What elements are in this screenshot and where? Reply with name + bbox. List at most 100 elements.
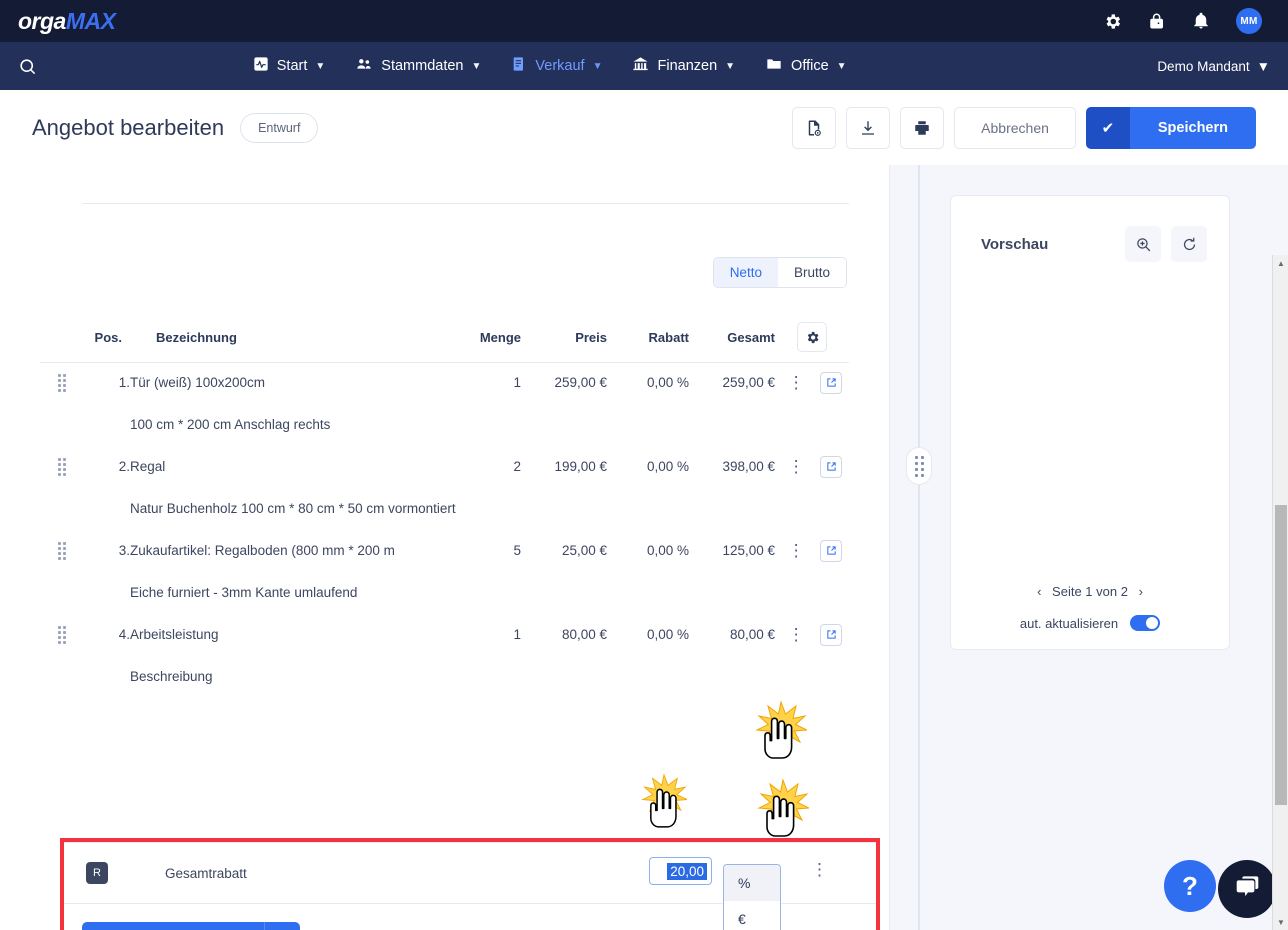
row-desc[interactable]: Natur Buchenholz 100 cm * 80 cm * 50 cm …: [130, 487, 849, 531]
help-button[interactable]: ?: [1164, 860, 1216, 912]
tenant-label: Demo Mandant: [1157, 58, 1250, 74]
col-rabatt: Rabatt: [607, 322, 689, 363]
drag-handle-icon[interactable]: [40, 363, 82, 403]
row-actions: ⋮: [775, 615, 849, 655]
row-rabatt[interactable]: 0,00 %: [607, 615, 689, 655]
add-position-group: Position hinzufügen: [82, 922, 300, 930]
open-external-icon[interactable]: [820, 539, 843, 562]
toggle-brutto[interactable]: Brutto: [777, 258, 846, 287]
row-actions: ⋮: [775, 531, 849, 571]
row-menge[interactable]: 1: [439, 615, 521, 655]
prev-page-icon[interactable]: ‹: [1030, 584, 1048, 599]
row-desc[interactable]: Eiche furniert - 3mm Kante umlaufend: [130, 571, 849, 615]
row-preis[interactable]: 25,00 €: [521, 531, 607, 571]
table-row[interactable]: 2. Regal 2 199,00 € 0,00 % 398,00 € ⋮: [40, 447, 849, 487]
nav-item-stammdaten[interactable]: Stammdaten ▼: [355, 56, 481, 76]
row-preis[interactable]: 199,00 €: [521, 447, 607, 487]
open-external-icon[interactable]: [820, 623, 843, 646]
netto-brutto-toggle[interactable]: Netto Brutto: [712, 257, 847, 288]
row-gesamt: 398,00 €: [722, 459, 775, 474]
row-preis[interactable]: 80,00 €: [521, 615, 607, 655]
table-row[interactable]: 4. Arbeitsleistung 1 80,00 € 0,00 % 80,0…: [40, 615, 849, 655]
bank-icon: [632, 56, 649, 77]
row-gesamt: 259,00 €: [722, 375, 775, 391]
open-external-icon[interactable]: [820, 455, 843, 478]
row-menu-icon[interactable]: ⋮: [782, 458, 811, 475]
gear-icon[interactable]: [1103, 12, 1122, 31]
row-rabatt[interactable]: 0,00 %: [607, 447, 689, 487]
toggle-netto[interactable]: Netto: [713, 258, 778, 287]
row-pos: 4.: [118, 627, 130, 642]
dropdown-option-euro[interactable]: €: [724, 901, 780, 930]
logo-orga: orga: [18, 7, 66, 34]
add-position-dropdown-toggle[interactable]: [263, 922, 300, 930]
row-pos: 3.: [118, 543, 130, 558]
row-menu-icon[interactable]: ⋮: [782, 374, 811, 391]
discount-menu-icon[interactable]: ⋮: [805, 861, 834, 878]
discount-unit-dropdown[interactable]: % € %: [723, 864, 781, 930]
download-icon[interactable]: [846, 106, 891, 149]
drag-handle-icon[interactable]: [40, 447, 82, 487]
nav-item-office[interactable]: Office ▼: [765, 56, 847, 76]
bell-icon[interactable]: [1192, 12, 1210, 30]
row-pos: 1.: [118, 375, 130, 391]
row-menge[interactable]: 1: [439, 363, 521, 403]
gear-icon[interactable]: [797, 322, 827, 352]
chat-button[interactable]: [1218, 860, 1276, 918]
lock-icon[interactable]: [1148, 12, 1166, 30]
drag-handle-icon[interactable]: [40, 531, 82, 571]
row-menge[interactable]: 2: [439, 447, 521, 487]
vertical-scrollbar[interactable]: ▲ ▼: [1272, 255, 1288, 930]
dropdown-option-percent-current[interactable]: %: [724, 865, 780, 901]
scrollbar-thumb[interactable]: [1275, 505, 1287, 805]
next-page-icon[interactable]: ›: [1132, 584, 1150, 599]
chevron-down-icon: ▼: [315, 60, 326, 72]
row-rabatt[interactable]: 0,00 %: [607, 531, 689, 571]
row-preis[interactable]: 259,00 €: [521, 363, 607, 403]
col-preis: Preis: [521, 322, 607, 363]
discount-value-input[interactable]: 20,00: [649, 857, 712, 885]
drag-handle-icon[interactable]: [40, 615, 82, 655]
avatar[interactable]: MM: [1236, 8, 1262, 34]
table-row[interactable]: 1. Tür (weiß) 100x200cm 1 259,00 € 0,00 …: [40, 363, 849, 403]
open-external-icon[interactable]: [820, 371, 843, 394]
check-icon: ✔: [1085, 106, 1130, 149]
row-name[interactable]: Arbeitsleistung: [130, 615, 439, 655]
table-row-description: Natur Buchenholz 100 cm * 80 cm * 50 cm …: [40, 487, 849, 531]
row-desc[interactable]: 100 cm * 200 cm Anschlag rechts: [130, 403, 849, 447]
nav-label: Start: [276, 58, 308, 74]
add-position-button[interactable]: Position hinzufügen: [82, 922, 264, 930]
cancel-button[interactable]: Abbrechen: [954, 106, 1076, 149]
row-pos: 2.: [118, 459, 130, 474]
document-preview-icon[interactable]: [792, 106, 837, 149]
chevron-down-icon: ▼: [471, 60, 482, 72]
top-bar-actions: MM: [1103, 8, 1270, 34]
row-rabatt[interactable]: 0,00 %: [607, 363, 689, 403]
nav-label: Finanzen: [657, 58, 718, 74]
splitter-handle[interactable]: [906, 447, 932, 485]
row-menge[interactable]: 5: [439, 531, 521, 571]
nav-item-verkauf[interactable]: Verkauf ▼: [511, 56, 602, 76]
positions-table: Pos. Bezeichnung Menge Preis Rabatt Gesa…: [40, 322, 849, 699]
nav-item-finanzen[interactable]: Finanzen ▼: [632, 56, 735, 77]
app-root: orgaMAX MM Start ▼ Stammdaten ▼ Verkauf …: [0, 0, 1288, 930]
print-icon[interactable]: [900, 106, 945, 149]
row-menu-icon[interactable]: ⋮: [782, 542, 811, 559]
row-menu-icon[interactable]: ⋮: [782, 626, 811, 643]
refresh-icon[interactable]: [1171, 226, 1207, 262]
tenant-selector[interactable]: Demo Mandant ▼: [1157, 59, 1270, 74]
save-button[interactable]: ✔ Speichern: [1085, 106, 1256, 149]
nav-item-start[interactable]: Start ▼: [253, 56, 326, 76]
zoom-in-icon[interactable]: [1125, 226, 1161, 262]
row-name[interactable]: Regal: [130, 447, 439, 487]
page-header: Angebot bearbeiten Entwurf Abbrechen ✔ S…: [0, 90, 1288, 165]
row-name[interactable]: Zukaufartikel: Regalboden (800 mm * 200 …: [130, 531, 439, 571]
search-icon[interactable]: [18, 57, 62, 76]
row-desc-placeholder[interactable]: Beschreibung: [130, 655, 849, 699]
scroll-down-icon[interactable]: ▼: [1273, 914, 1288, 930]
row-name[interactable]: Tür (weiß) 100x200cm: [130, 363, 439, 403]
auto-refresh-toggle[interactable]: [1130, 615, 1161, 631]
table-row[interactable]: 3. Zukaufartikel: Regalboden (800 mm * 2…: [40, 531, 849, 571]
scroll-up-icon[interactable]: ▲: [1273, 255, 1288, 271]
app-logo[interactable]: orgaMAX: [18, 7, 116, 35]
